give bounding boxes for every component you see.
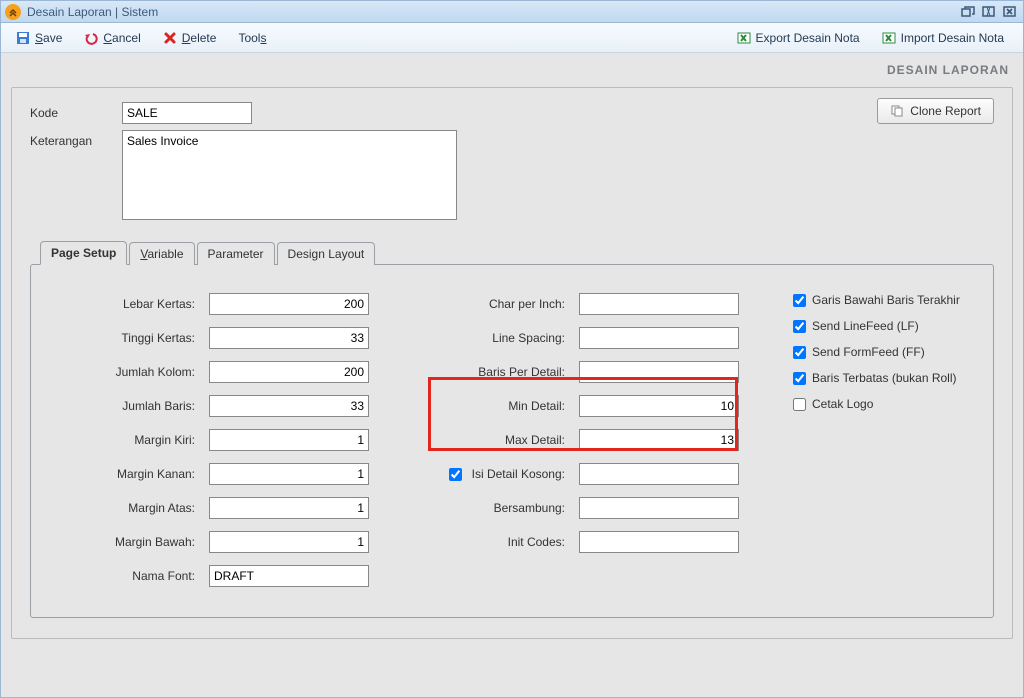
delete-icon [163,31,177,45]
isi-detail-kosong-checkbox[interactable] [449,468,462,481]
nama-font-input[interactable] [209,565,369,587]
lebar-kertas-label: Lebar Kertas: [49,297,209,311]
delete-label-rest: elete [190,31,216,45]
margin-atas-label: Margin Atas: [49,501,209,515]
import-label: Import Desain Nota [901,31,1004,45]
app-icon [5,4,21,20]
keterangan-label: Keterangan [30,130,122,148]
margin-kiri-label: Margin Kiri: [49,433,209,447]
isi-detail-kosong-label: Isi Detail Kosong: [472,467,565,481]
jumlah-kolom-label: Jumlah Kolom: [49,365,209,379]
isi-detail-kosong-checkbox-wrap[interactable] [445,465,466,484]
margin-kiri-input[interactable] [209,429,369,451]
excel-import-icon [882,31,896,45]
baris-terbatas-checkbox[interactable] [793,372,806,385]
undo-icon [84,31,98,45]
titlebar: Desain Laporan | Sistem [1,1,1023,23]
init-codes-label: Init Codes: [379,535,579,549]
tab-parameter[interactable]: Parameter [197,242,275,265]
margin-atas-input[interactable] [209,497,369,519]
margin-bawah-label: Margin Bawah: [49,535,209,549]
clone-icon [890,104,904,118]
jumlah-baris-input[interactable] [209,395,369,417]
tinggi-kertas-label: Tinggi Kertas: [49,331,209,345]
garis-bawah-checkbox[interactable] [793,294,806,307]
margin-bawah-input[interactable] [209,531,369,553]
body: DESAIN LAPORAN Clone Report Kode Keteran… [1,53,1023,697]
lebar-kertas-input[interactable] [209,293,369,315]
cancel-label-rest: ancel [112,31,141,45]
send-lf-checkbox[interactable] [793,320,806,333]
cpi-label: Char per Inch: [379,297,579,311]
tab-page-setup[interactable]: Page Setup [40,241,127,265]
bersambung-input[interactable] [579,497,739,519]
toolbar: Save Cancel Delete Tools Export Desain N… [1,23,1023,53]
tools-label-pre: Tool [238,31,260,45]
save-mnemonic: S [35,31,43,45]
window-title: Desain Laporan | Sistem [27,5,158,19]
baris-per-detail-input[interactable] [579,361,739,383]
jumlah-kolom-input[interactable] [209,361,369,383]
window: Desain Laporan | Sistem Save Cancel Dele… [0,0,1024,698]
margin-kanan-input[interactable] [209,463,369,485]
send-ff-label: Send FormFeed (FF) [812,345,925,359]
import-desain-nota-button[interactable]: Import Desain Nota [873,27,1013,49]
save-label-rest: ave [43,31,62,45]
max-detail-input[interactable] [579,429,739,451]
save-icon [16,31,30,45]
send-lf-label: Send LineFeed (LF) [812,319,919,333]
cetak-logo-label: Cetak Logo [812,397,873,411]
baris-terbatas-label: Baris Terbatas (bukan Roll) [812,371,957,385]
baris-per-detail-label: Baris Per Detail: [379,365,579,379]
delete-button[interactable]: Delete [154,27,226,49]
section-title: DESAIN LAPORAN [11,59,1013,87]
restore-down-icon[interactable] [959,4,977,20]
cancel-button[interactable]: Cancel [75,27,149,49]
clone-report-label: Clone Report [910,104,981,118]
save-button[interactable]: Save [7,27,71,49]
kode-label: Kode [30,102,122,120]
line-spacing-label: Line Spacing: [379,331,579,345]
close-icon[interactable] [1001,4,1019,20]
tools-button[interactable]: Tools [229,27,275,49]
cetak-logo-checkbox[interactable] [793,398,806,411]
maximize-icon[interactable] [980,4,998,20]
cancel-mnemonic: C [103,31,112,45]
cpi-input[interactable] [579,293,739,315]
keterangan-input[interactable]: Sales Invoice [122,130,457,220]
init-codes-input[interactable] [579,531,739,553]
tools-mnemonic: s [260,31,266,45]
export-label: Export Desain Nota [756,31,860,45]
min-detail-label: Min Detail: [379,399,579,413]
nama-font-label: Nama Font: [49,569,209,583]
kode-input[interactable] [122,102,252,124]
jumlah-baris-label: Jumlah Baris: [49,399,209,413]
margin-kanan-label: Margin Kanan: [49,467,209,481]
line-spacing-input[interactable] [579,327,739,349]
tab-variable[interactable]: Variable [129,242,194,265]
isi-detail-kosong-input[interactable] [579,463,739,485]
bersambung-label: Bersambung: [379,501,579,515]
tabs: Page Setup Variable Parameter Design Lay… [30,240,994,618]
max-detail-label: Max Detail: [379,433,579,447]
tinggi-kertas-input[interactable] [209,327,369,349]
tab-design-layout[interactable]: Design Layout [277,242,376,265]
min-detail-input[interactable] [579,395,739,417]
clone-report-button[interactable]: Clone Report [877,98,994,124]
tab-page-setup-content: Lebar Kertas: Tinggi Kertas: Jumlah Kolo… [30,264,994,618]
excel-export-icon [737,31,751,45]
export-desain-nota-button[interactable]: Export Desain Nota [728,27,869,49]
send-ff-checkbox[interactable] [793,346,806,359]
main-panel: Clone Report Kode Keterangan Sales Invoi… [11,87,1013,639]
garis-bawah-label: Garis Bawahi Baris Terakhir [812,293,960,307]
